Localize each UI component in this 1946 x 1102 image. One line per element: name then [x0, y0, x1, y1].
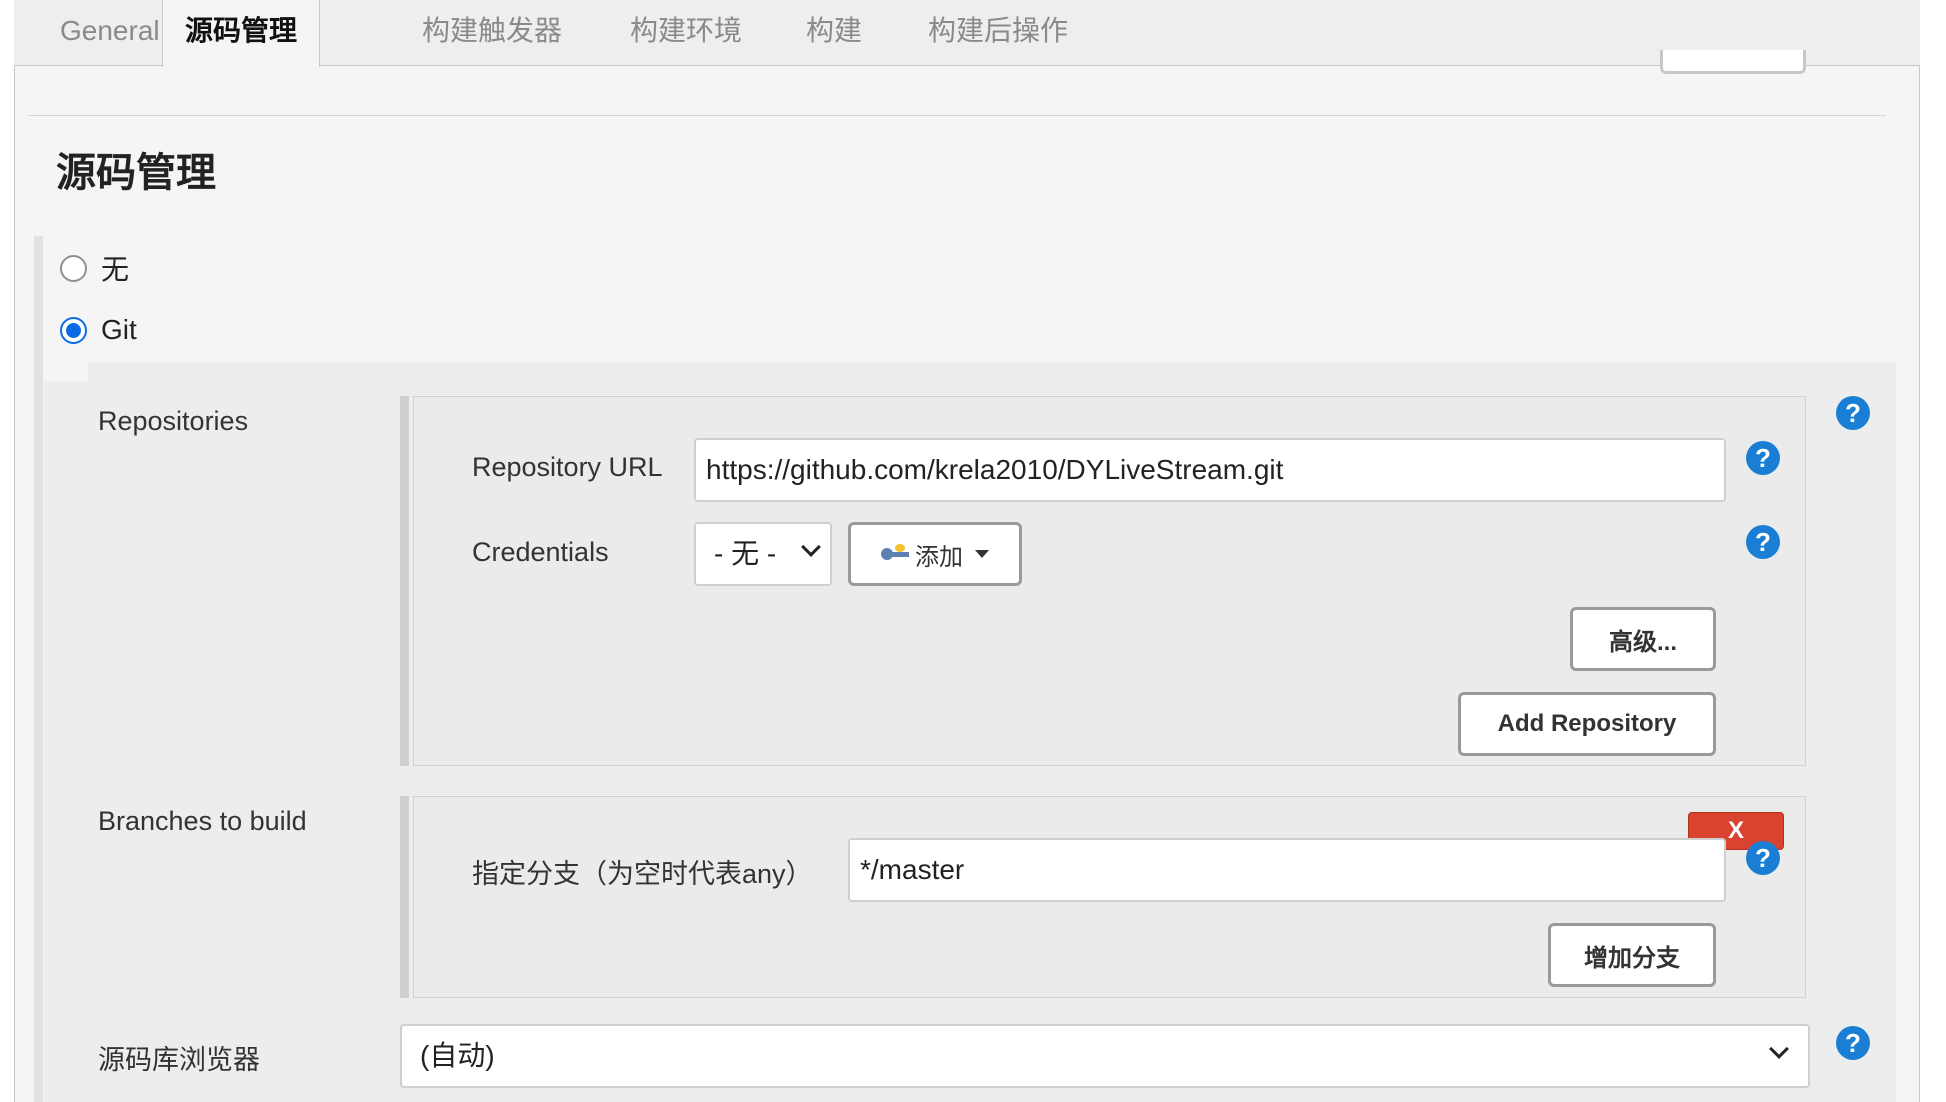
caret-down-icon — [975, 550, 989, 558]
credentials-help-icon[interactable]: ? — [1746, 525, 1780, 559]
repository-browser-label: 源码库浏览器 — [98, 1045, 260, 1075]
add-branch-button[interactable]: 增加分支 — [1548, 923, 1716, 987]
chevron-down-icon — [1769, 1039, 1789, 1059]
credentials-select-value: - 无 - — [714, 538, 777, 569]
tab-build[interactable]: 构建 — [784, 0, 884, 66]
credentials-label: Credentials — [472, 537, 609, 567]
tab-bar: General 源码管理 构建触发器 构建环境 构建 构建后操作 — [14, 0, 1920, 67]
section-title: 源码管理 — [56, 151, 216, 195]
repository-browser-value: (自动) — [420, 1040, 495, 1071]
branches-rail — [400, 796, 409, 998]
key-icon — [881, 544, 911, 564]
branch-specifier-help-icon[interactable]: ? — [1746, 841, 1780, 875]
repositories-label: Repositories — [98, 406, 249, 436]
partial-button[interactable] — [1660, 50, 1806, 74]
advanced-button[interactable]: 高级... — [1570, 607, 1716, 671]
scm-option-none-label: 无 — [101, 254, 130, 285]
chevron-down-icon — [801, 537, 821, 557]
repositories-rail — [400, 396, 409, 766]
tab-general[interactable]: General — [38, 0, 182, 66]
add-credentials-label: 添加 — [915, 543, 963, 571]
tab-build-triggers[interactable]: 构建触发器 — [400, 0, 584, 66]
branches-label: Branches to build — [98, 806, 307, 836]
repository-browser-help-icon[interactable]: ? — [1836, 1026, 1870, 1060]
scm-option-none[interactable]: 无 — [60, 250, 129, 286]
section-divider — [28, 115, 1886, 116]
radio-git[interactable] — [60, 316, 87, 344]
credentials-select[interactable]: - 无 - — [694, 522, 832, 586]
repository-browser-select[interactable]: (自动) — [400, 1024, 1810, 1088]
radio-none[interactable] — [60, 254, 87, 282]
scm-option-git[interactable]: Git — [60, 312, 137, 348]
repository-url-input[interactable]: https://github.com/krela2010/DYLiveStrea… — [694, 438, 1726, 502]
git-block-notch — [44, 362, 88, 382]
tab-post-build-actions[interactable]: 构建后操作 — [906, 0, 1090, 66]
section-rail — [34, 236, 43, 1102]
branch-specifier-input[interactable]: */master — [848, 838, 1726, 902]
repositories-help-icon[interactable]: ? — [1836, 396, 1870, 430]
scm-option-git-label: Git — [101, 314, 137, 345]
repository-url-label: Repository URL — [472, 452, 663, 482]
branch-specifier-label: 指定分支（为空时代表any） — [472, 859, 813, 889]
tab-build-environment[interactable]: 构建环境 — [608, 0, 764, 66]
repository-url-help-icon[interactable]: ? — [1746, 441, 1780, 475]
add-credentials-button[interactable]: 添加 — [848, 522, 1022, 586]
add-repository-button[interactable]: Add Repository — [1458, 692, 1716, 756]
tab-source-management[interactable]: 源码管理 — [162, 0, 321, 67]
